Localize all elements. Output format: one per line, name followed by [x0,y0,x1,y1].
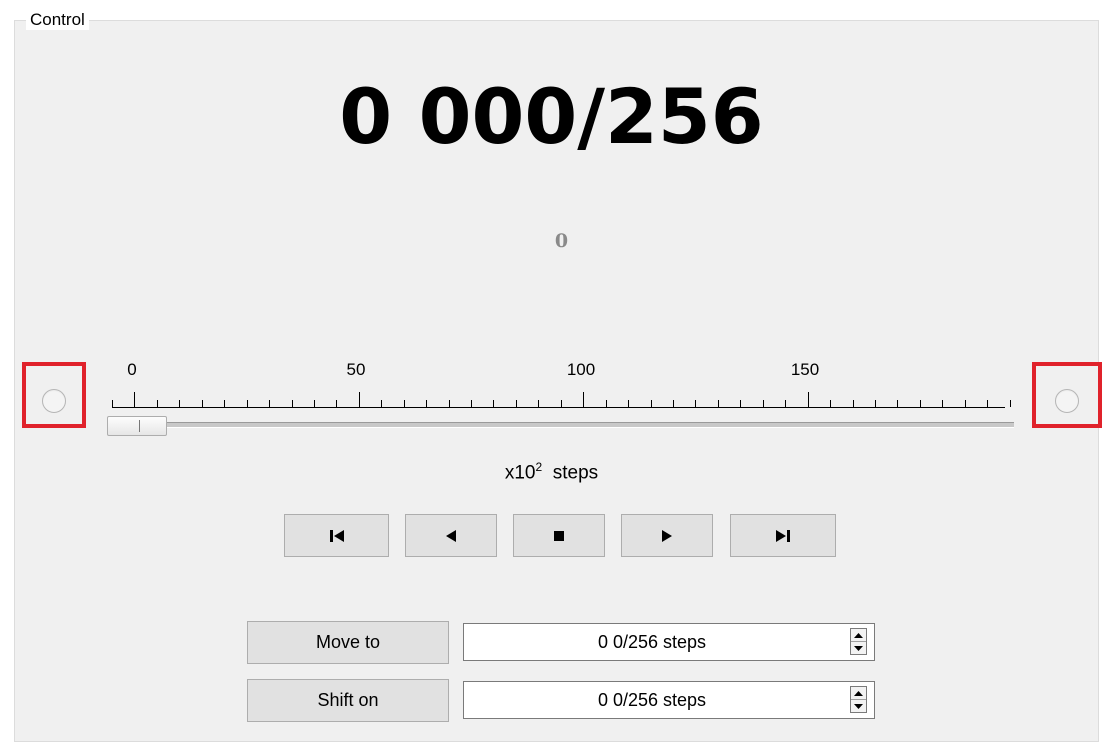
position-slider-area: 0 50 100 150 [104,350,1014,440]
slider-minor-tick [224,400,225,407]
move-to-decrement-button[interactable] [851,642,866,654]
slider-ruler [112,407,1005,408]
shift-on-button[interactable]: Shift on [247,679,449,722]
slider-minor-tick [561,400,562,407]
group-title: Control [26,10,89,30]
slider-units-label: x102 steps [0,460,1103,484]
slider-minor-tick [404,400,405,407]
slider-minor-tick [606,400,607,407]
slider-tick-label: 50 [346,360,366,379]
chevron-up-icon [854,632,863,638]
stop-button[interactable] [513,514,605,557]
slider-minor-tick [269,400,270,407]
move-to-value[interactable]: 0 0/256 steps [464,624,840,660]
slider-minor-tick [965,400,966,407]
slider-minor-tick [628,400,629,407]
chevron-down-icon [854,703,863,709]
skip-to-start-button[interactable] [284,514,389,557]
move-to-button[interactable]: Move to [247,621,449,664]
slider-minor-tick [785,400,786,407]
slider-minor-tick [179,400,180,407]
slider-minor-tick [920,400,921,407]
slider-minor-tick [292,400,293,407]
units-exponent: 2 [535,460,543,474]
shift-on-increment-button[interactable] [851,687,866,700]
slider-minor-tick [673,400,674,407]
slider-minor-tick [112,400,113,407]
slider-minor-tick [493,400,494,407]
slider-minor-tick [695,400,696,407]
slider-minor-tick [830,400,831,407]
slider-minor-tick [853,400,854,407]
shift-on-value[interactable]: 0 0/256 steps [464,682,840,718]
step-forward-icon [662,529,672,542]
skip-to-end-icon [776,529,790,542]
slider-tick-label: 0 [127,360,137,379]
slider-minor-tick [897,400,898,407]
units-prefix: x10 [504,462,536,484]
slider-minor-tick [740,400,741,407]
slider-tick-label: 100 [566,360,596,379]
skip-to-end-button[interactable] [730,514,836,557]
chevron-down-icon [854,645,863,651]
slider-minor-tick [538,400,539,407]
slider-minor-tick [651,400,652,407]
shift-on-spin-arrows [850,686,867,713]
slider-minor-tick [336,400,337,407]
slider-minor-tick [426,400,427,407]
move-to-increment-button[interactable] [851,629,866,642]
secondary-readout: 0 [554,230,569,252]
slider-minor-tick [1010,400,1011,407]
chevron-up-icon [854,690,863,696]
step-back-button[interactable] [405,514,497,557]
skip-to-start-icon [329,529,344,542]
slider-major-tick [808,392,809,407]
slider-minor-tick [471,400,472,407]
slider-minor-tick [157,400,158,407]
move-to-spinbox[interactable]: 0 0/256 steps [463,623,875,661]
slider-minor-tick [875,400,876,407]
slider-minor-tick [942,400,943,407]
shift-on-decrement-button[interactable] [851,700,866,712]
shift-on-spinbox[interactable]: 0 0/256 steps [463,681,875,719]
left-limit-indicator [22,362,86,428]
slider-tick-label: 150 [790,360,820,379]
slider-minor-tick [202,400,203,407]
slider-minor-tick [314,400,315,407]
right-limit-led-icon [1055,389,1079,413]
slider-minor-tick [381,400,382,407]
slider-major-tick [359,392,360,407]
stop-icon [554,530,564,541]
slider-minor-tick [718,400,719,407]
slider-minor-tick [247,400,248,407]
slider-minor-tick [987,400,988,407]
step-back-icon [446,529,456,542]
slider-minor-tick [763,400,764,407]
slider-minor-tick [516,400,517,407]
slider-handle[interactable] [107,416,167,436]
right-limit-indicator [1032,362,1102,428]
slider-major-tick [134,392,135,407]
slider-minor-tick [449,400,450,407]
position-readout: 0 000/256 [339,72,764,161]
slider-groove[interactable] [108,422,1014,428]
left-limit-led-icon [42,389,66,413]
slider-major-tick [583,392,584,407]
units-suffix: steps [552,462,599,484]
step-forward-button[interactable] [621,514,713,557]
move-to-spin-arrows [850,628,867,655]
